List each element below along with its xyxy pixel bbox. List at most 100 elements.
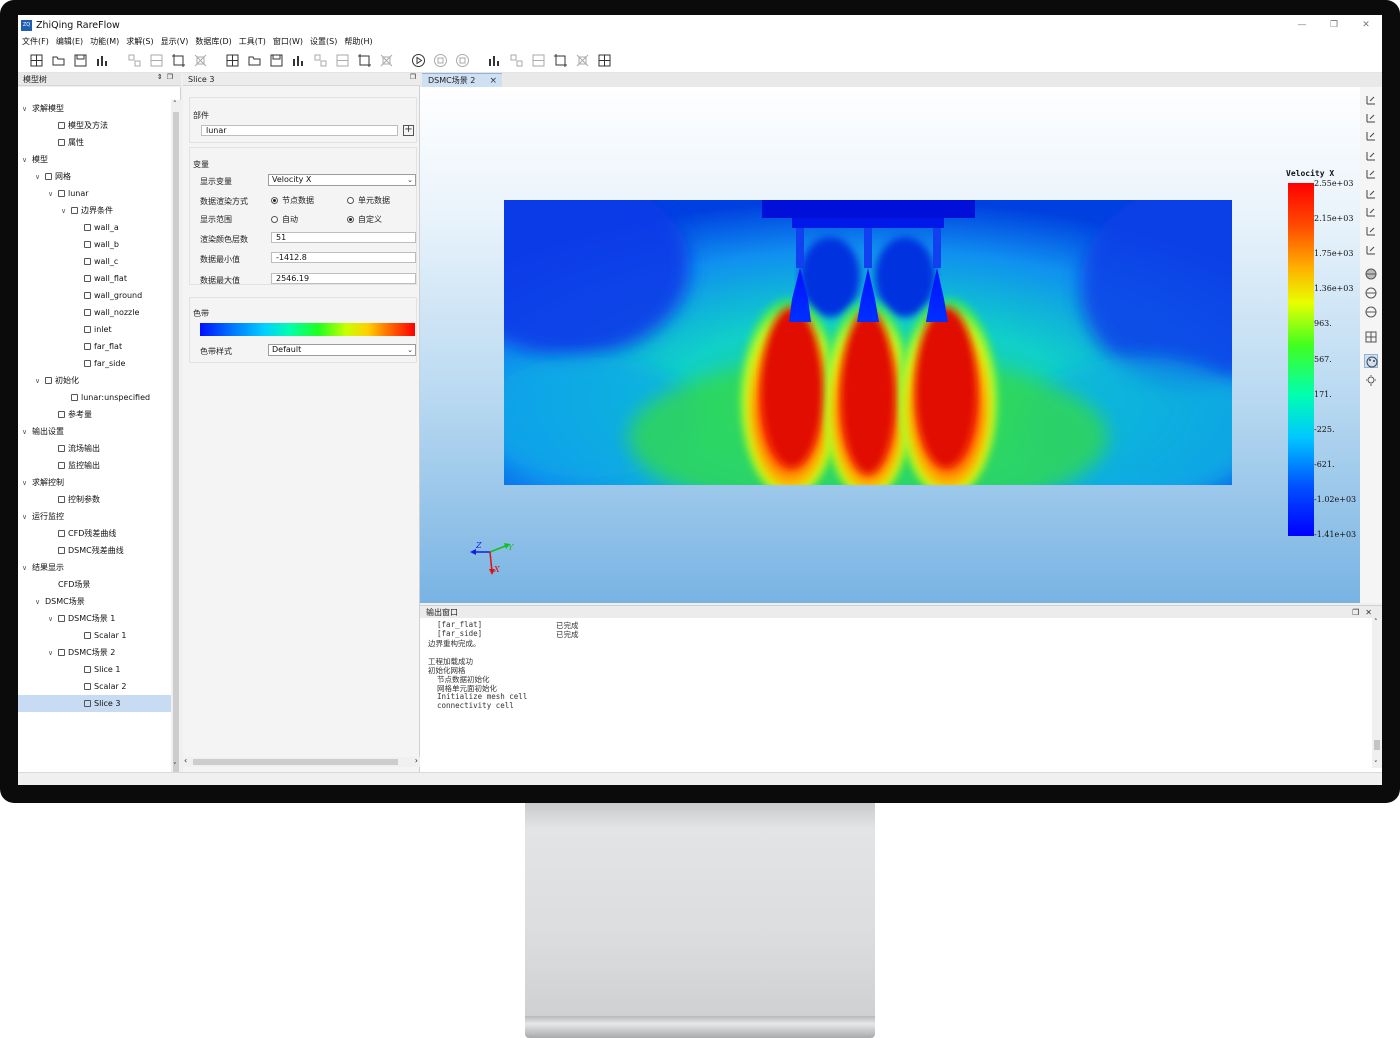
restore-icon[interactable]: ❐ (1318, 15, 1350, 35)
tree-item[interactable]: wall_c (18, 253, 171, 270)
scroll-up-icon[interactable]: ˄ (1374, 618, 1378, 626)
tree-item[interactable]: inlet (18, 321, 171, 338)
tree-scrollbar[interactable]: ˄ ˅ (171, 100, 181, 772)
tree-item[interactable]: wall_b (18, 236, 171, 253)
plot-icon[interactable] (378, 52, 394, 68)
tree-item[interactable]: ∨ DSMC场景 1 (18, 610, 171, 627)
mirror-icon[interactable] (312, 52, 328, 68)
chevron-down-icon[interactable]: ∨ (61, 203, 71, 220)
menu-item-2[interactable]: 功能(M) (90, 36, 119, 47)
chevron-down-icon[interactable]: ∨ (22, 560, 32, 577)
function-icon[interactable] (268, 52, 284, 68)
output-scrollbar[interactable]: ˄ ˅ (1372, 618, 1382, 768)
tree-item[interactable]: ∨ 结果显示 (18, 559, 171, 576)
tree-item[interactable]: far_side (18, 355, 171, 372)
range-auto-radio[interactable]: 自动 (271, 214, 298, 225)
view-yx-icon[interactable] (1364, 111, 1378, 125)
transform-icon[interactable] (192, 52, 208, 68)
tab-dsmc-scene-2[interactable]: DSMC场景 2 × (422, 73, 502, 87)
tree-item[interactable]: 监控输出 (18, 457, 171, 474)
colorbar-style-select[interactable]: Default ⌄ (268, 344, 416, 356)
tree-item[interactable]: ∨ 初始化 (18, 372, 171, 389)
open-icon[interactable] (50, 52, 66, 68)
tree-item[interactable]: ∨ 网格 (18, 168, 171, 185)
menu-item-7[interactable]: 窗口(W) (273, 36, 303, 47)
tree-item[interactable]: Slice 1 (18, 661, 171, 678)
panel-float-icon[interactable]: ❐ (410, 73, 416, 81)
chart-icon[interactable] (94, 52, 110, 68)
tree-scroll-thumb[interactable] (173, 112, 179, 772)
fit-icon[interactable] (170, 52, 186, 68)
tree-item[interactable]: CFD残差曲线 (18, 525, 171, 542)
render-node-radio[interactable]: 节点数据 (271, 195, 314, 206)
chevron-down-icon[interactable]: ∨ (48, 645, 58, 662)
tree-item[interactable]: lunar:unspecified (18, 389, 171, 406)
chevron-down-icon[interactable]: ∨ (22, 101, 32, 118)
menu-item-3[interactable]: 求解(S) (126, 36, 153, 47)
tree-item[interactable]: wall_flat (18, 270, 171, 287)
close-icon[interactable]: ✕ (1350, 15, 1382, 35)
close-tab-icon[interactable]: × (489, 74, 497, 88)
sort2-icon[interactable] (596, 52, 612, 68)
menu-item-1[interactable]: 编辑(E) (56, 36, 83, 47)
scroll-up-icon[interactable]: ˄ (173, 100, 177, 108)
chevron-down-icon[interactable]: ∨ (48, 611, 58, 628)
tree-item[interactable]: ∨ lunar (18, 185, 171, 202)
tree-item[interactable]: ∨ 运行监控 (18, 508, 171, 525)
pause-icon[interactable] (432, 52, 448, 68)
tree-item[interactable]: 控制参数 (18, 491, 171, 508)
globe-icon[interactable] (1364, 305, 1378, 319)
chevron-down-icon[interactable]: ∨ (35, 594, 45, 611)
split-icon[interactable] (356, 52, 372, 68)
chevron-down-icon[interactable]: ∨ (22, 424, 32, 441)
chevron-down-icon[interactable]: ∨ (22, 152, 32, 169)
tree-item[interactable]: 流场输出 (18, 440, 171, 457)
tree-item[interactable]: ∨ 模型 (18, 151, 171, 168)
mesh-grid-icon[interactable] (1364, 330, 1378, 344)
tree-item[interactable]: wall_ground (18, 287, 171, 304)
minimize-icon[interactable]: — (1286, 15, 1318, 35)
sort-icon[interactable] (574, 52, 590, 68)
color-levels-field[interactable]: 51 (271, 232, 416, 243)
tree-item[interactable]: 参考量 (18, 406, 171, 423)
range-custom-radio[interactable]: 自定义 (347, 214, 382, 225)
view-zy-icon[interactable] (1364, 187, 1378, 201)
view-zx-icon[interactable] (1364, 149, 1378, 163)
hscroll-thumb[interactable] (193, 759, 398, 765)
scroll-left-icon[interactable]: ‹ (184, 756, 187, 765)
menu-item-4[interactable]: 显示(V) (161, 36, 189, 47)
tree-item[interactable]: ∨ 边界条件 (18, 202, 171, 219)
view-yz-icon[interactable] (1364, 167, 1378, 181)
chevron-down-icon[interactable]: ∨ (48, 186, 58, 203)
render-cell-radio[interactable]: 单元数据 (347, 195, 390, 206)
tree-item[interactable]: ∨ 求解模型 (18, 100, 171, 117)
view-xz-icon[interactable] (1364, 129, 1378, 143)
tree-item[interactable]: wall_nozzle (18, 304, 171, 321)
tree-item[interactable]: ∨ 求解控制 (18, 474, 171, 491)
scroll-down-icon[interactable]: ˅ (173, 762, 177, 770)
menu-item-8[interactable]: 设置(S) (310, 36, 337, 47)
menu-item-9[interactable]: 帮助(H) (344, 36, 372, 47)
solid-sphere-icon[interactable] (1364, 267, 1378, 281)
min-value-field[interactable]: -1412.8 (271, 252, 416, 263)
panel-float-icon[interactable]: ⇕❐ (157, 73, 177, 81)
tree-item[interactable]: CFD场景 (18, 576, 171, 593)
tree-item[interactable]: Slice 3 (18, 695, 171, 712)
target2-icon[interactable] (552, 52, 568, 68)
view-iso-icon[interactable] (1364, 205, 1378, 219)
tree-item[interactable]: ∨ DSMC场景 (18, 593, 171, 610)
view-xy-icon[interactable] (1364, 93, 1378, 107)
wire-sphere-icon[interactable] (1364, 286, 1378, 300)
chevron-down-icon[interactable]: ∨ (35, 169, 45, 186)
save-icon[interactable] (72, 52, 88, 68)
stop-icon[interactable] (454, 52, 470, 68)
light-icon[interactable] (1364, 374, 1378, 388)
scroll-right-icon[interactable]: › (415, 756, 418, 765)
tree-item[interactable]: wall_a (18, 219, 171, 236)
scroll-down-icon[interactable]: ˅ (1374, 760, 1378, 768)
tree-item[interactable]: ∨ 输出设置 (18, 423, 171, 440)
menu-item-5[interactable]: 数据库(D) (195, 36, 231, 47)
display-variable-select[interactable]: Velocity X ⌄ (268, 174, 416, 186)
palette-icon[interactable] (1364, 354, 1378, 368)
part-field[interactable]: lunar (201, 125, 398, 136)
